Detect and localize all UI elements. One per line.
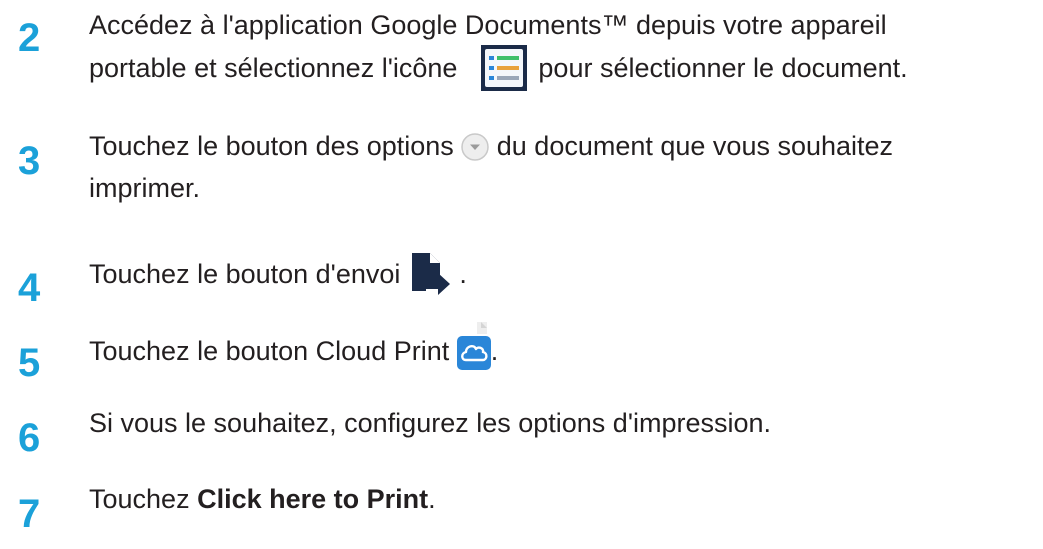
step-text-before: Touchez le bouton d'envoi — [89, 259, 408, 290]
cloud-print-icon — [456, 322, 491, 372]
step-number: 7 — [18, 492, 41, 536]
step-text: Touchez Click here to Print. — [89, 479, 436, 519]
step-text-line1: Accédez à l'application Google Documents… — [89, 10, 887, 40]
step-text-after: . — [490, 336, 499, 367]
step-text-after: . — [428, 484, 436, 514]
step-text-before: portable et sélectionnez l'icône — [89, 53, 458, 84]
step-text-after: du document que vous souhaitez — [489, 131, 894, 161]
step-text-before: Touchez — [89, 484, 198, 514]
google-docs-list-icon — [480, 45, 527, 91]
step-number: 4 — [18, 266, 41, 310]
step-text: Touchez le bouton Cloud Print . — [89, 322, 499, 378]
step-text-line1: Touchez le bouton des options du documen… — [89, 126, 893, 166]
step-number: 6 — [18, 416, 41, 460]
step-text: Si vous le souhaitez, configurez les opt… — [89, 408, 772, 438]
options-dropdown-icon — [461, 132, 490, 161]
step-text-before: Touchez le bouton des options — [89, 131, 462, 161]
step-text: Touchez le bouton d'envoi . — [89, 253, 467, 299]
print-link-label: Click here to Print — [197, 484, 429, 514]
step-text-before: Touchez le bouton Cloud Print — [89, 336, 457, 367]
step-text-line2: imprimer. — [89, 173, 201, 203]
send-document-icon — [408, 249, 452, 295]
step-text-line2: portable et sélectionnez l'icône pour sé… — [89, 45, 908, 93]
step-number: 3 — [18, 139, 41, 183]
step-number: 2 — [18, 16, 41, 60]
step-text-after: pour sélectionner le document. — [530, 53, 908, 84]
step-text-after: . — [451, 259, 467, 290]
step-number: 5 — [18, 341, 41, 385]
